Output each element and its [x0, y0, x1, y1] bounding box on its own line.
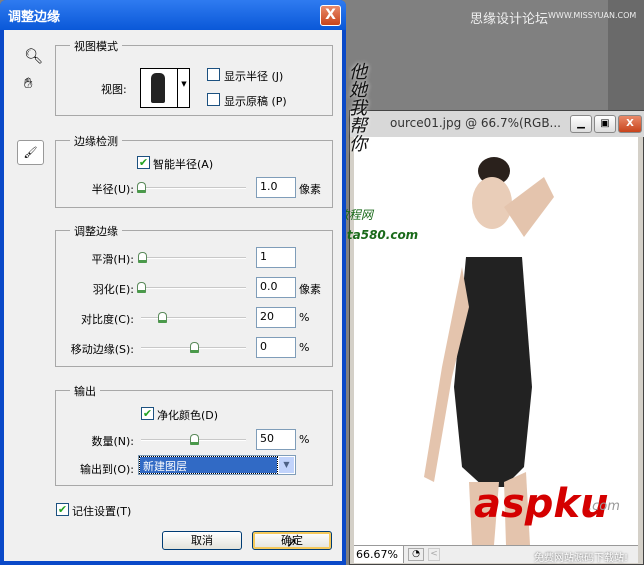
- view-mode-select[interactable]: ▼: [140, 68, 190, 108]
- amount-slider[interactable]: [141, 434, 246, 445]
- group-title: 视图模式: [70, 38, 122, 54]
- remember-settings-checkbox[interactable]: ✔: [56, 503, 69, 516]
- amount-label: 数量(N):: [91, 435, 134, 448]
- image-canvas[interactable]: aspku .com: [354, 137, 638, 545]
- view-label: 视图:: [101, 83, 127, 96]
- close-icon[interactable]: X: [320, 5, 341, 26]
- chevron-down-icon: ▼: [279, 457, 294, 473]
- adjust-row-slider[interactable]: [141, 342, 246, 353]
- radius-unit: 像素: [299, 183, 321, 196]
- adjust-edge-group: 调整边缘 平滑(H): 1 羽化(E): 0.0 像素对比度(C): 20 % 移…: [55, 223, 333, 367]
- close-window-button[interactable]: X: [618, 115, 642, 133]
- asp-logo-suffix: .com: [588, 499, 620, 514]
- slider-thumb[interactable]: [138, 252, 148, 263]
- adjust-row-label: 对比度(C):: [81, 313, 134, 326]
- signature-watermark: 他她我帮你: [346, 62, 367, 152]
- decontaminate-checkbox[interactable]: ✔: [141, 407, 154, 420]
- adjust-row-label: 移动边缘(S):: [70, 343, 134, 356]
- scroll-left-button[interactable]: <: [428, 548, 440, 561]
- adjust-row-slider[interactable]: [137, 282, 246, 293]
- dialog-body: 🔍︎ ✋︎ 🖌︎ 视图模式 视图: ▼ 显示半径 (J) 显示原稿 (P) 边缘…: [4, 30, 342, 561]
- adjust-row-slider[interactable]: [141, 312, 246, 323]
- adjust-row-input[interactable]: 0: [256, 337, 296, 358]
- adjust-row-unit: %: [299, 311, 310, 324]
- cancel-button[interactable]: 取消: [162, 531, 242, 550]
- group-title: 边缘检测: [70, 133, 122, 149]
- minimize-button[interactable]: ▁: [570, 115, 592, 133]
- mouse-cursor-icon: ➚: [286, 535, 298, 551]
- forum-watermark: 思缘设计论坛: [470, 12, 549, 27]
- show-radius-checkbox[interactable]: [207, 68, 220, 81]
- group-title: 调整边缘: [70, 223, 122, 239]
- view-mode-group: 视图模式 视图: ▼ 显示半径 (J) 显示原稿 (P): [55, 38, 333, 116]
- output-to-value: 新建图层: [139, 456, 278, 474]
- adjust-row-input[interactable]: 20: [256, 307, 296, 328]
- adjust-row-slider[interactable]: [138, 252, 246, 263]
- view-thumbnail: [151, 73, 165, 103]
- slider-thumb[interactable]: [158, 312, 167, 323]
- zoom-tool-icon[interactable]: 🔍︎: [24, 47, 43, 65]
- decontaminate-label: 净化颜色(D): [157, 409, 219, 422]
- output-group: 输出 ✔ 净化颜色(D) 数量(N): 50 % 输出到(O): 新建图层 ▼: [55, 383, 333, 486]
- output-to-label: 输出到(O):: [80, 463, 134, 476]
- refine-edge-dialog: 调整边缘 X 🔍︎ ✋︎ 🖌︎ 视图模式 视图: ▼ 显示半径 (J) 显示原稿…: [0, 0, 346, 565]
- adjust-row-label: 平滑(H):: [91, 253, 134, 266]
- adjust-row-unit: %: [299, 341, 310, 354]
- refine-radius-brush-icon[interactable]: 🖌︎: [17, 140, 44, 165]
- document-window: ource01.jpg @ 66.7%(RGB... ▁ ▣ X aspku .…: [349, 110, 644, 565]
- maximize-button[interactable]: ▣: [594, 115, 616, 133]
- radius-input[interactable]: 1.0: [256, 177, 296, 198]
- amount-input[interactable]: 50: [256, 429, 296, 450]
- zoom-level[interactable]: 66.67%: [354, 546, 404, 563]
- hand-tool-icon[interactable]: ✋︎: [24, 74, 33, 92]
- amount-unit: %: [299, 433, 310, 446]
- output-to-select[interactable]: 新建图层 ▼: [138, 455, 296, 475]
- slider-thumb[interactable]: [189, 342, 199, 353]
- chevron-down-icon: ▼: [177, 69, 190, 107]
- show-original-checkbox[interactable]: [207, 93, 220, 106]
- adjust-row-label: 羽化(E):: [92, 283, 134, 296]
- radius-label: 半径(U):: [91, 183, 134, 196]
- adjust-row-input[interactable]: 1: [256, 247, 296, 268]
- asp-tagline: 免费网站源码下载站!: [534, 553, 629, 564]
- smart-radius-label: 智能半径(A): [153, 158, 214, 171]
- show-radius-label: 显示半径 (J): [224, 70, 284, 83]
- group-title: 输出: [70, 383, 100, 399]
- status-menu-icon[interactable]: ◔: [408, 548, 424, 561]
- edge-detection-group: 边缘检测 ✔ 智能半径(A) 半径(U): 1.0 像素: [55, 133, 333, 208]
- dialog-title: 调整边缘: [0, 0, 346, 30]
- remember-settings-label: 记住设置(T): [72, 505, 132, 518]
- forum-url: WWW.MISSYUAN.COM: [548, 11, 637, 20]
- adjust-row-unit: 像素: [299, 283, 321, 296]
- status-bar: 66.67% ◔ < 免费网站源码下载站!: [354, 545, 638, 564]
- radius-slider[interactable]: [137, 182, 246, 193]
- smart-radius-checkbox[interactable]: ✔: [137, 156, 150, 169]
- show-original-label: 显示原稿 (P): [224, 95, 287, 108]
- slider-thumb[interactable]: [137, 282, 146, 293]
- adjust-row-input[interactable]: 0.0: [256, 277, 296, 298]
